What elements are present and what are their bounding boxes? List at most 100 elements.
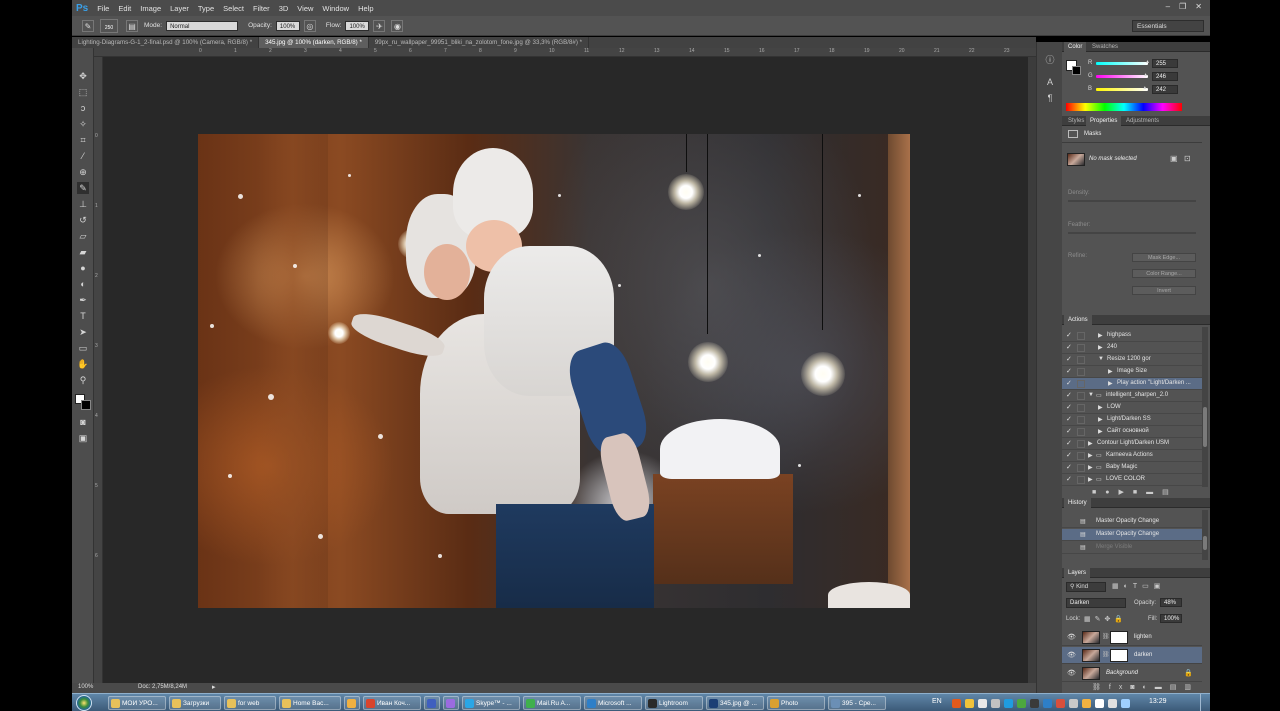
taskbar-button[interactable]: Lightroom	[645, 696, 703, 710]
tray-icon[interactable]	[1095, 699, 1104, 708]
brush-preset-icon[interactable]: ✎	[82, 19, 94, 32]
action-item[interactable]: ✓ ▶ ▭ Baby Magic	[1062, 462, 1202, 474]
mask-link-icon[interactable]: ⛓	[1102, 633, 1110, 640]
taskbar-button[interactable]: Microsoft ...	[584, 696, 642, 710]
color-background-swatch[interactable]	[1072, 66, 1081, 75]
status-arrow-icon[interactable]: ▸	[212, 683, 216, 691]
action-dialog-toggle[interactable]	[1077, 428, 1085, 436]
mask-edge-button[interactable]: Mask Edge...	[1132, 253, 1196, 262]
history-state[interactable]: ▤ Merge Visible	[1062, 542, 1202, 554]
history-brush-tool-icon[interactable]: ↺	[77, 214, 89, 226]
collapsed-arrow-icon[interactable]: ▶	[1098, 428, 1103, 435]
layer-mask-thumbnail[interactable]	[1110, 631, 1128, 644]
g-value[interactable]: 246	[1152, 72, 1178, 81]
menu-edit[interactable]: Edit	[118, 4, 131, 13]
action-item[interactable]: ✓ ▶ ▭ Karneeva Actions	[1062, 450, 1202, 462]
tab-345-jpg[interactable]: 345.jpg @ 100% (darken, RGB/8) *	[259, 37, 369, 48]
brush-tool-icon[interactable]: ✎	[77, 182, 89, 194]
density-slider[interactable]	[1068, 200, 1196, 202]
pressure-opacity-icon[interactable]: ◎	[303, 19, 316, 32]
action-item[interactable]: ✓ ▼ ▭ intelligent_sharpen_2.0	[1062, 390, 1202, 402]
brush-panel-icon[interactable]: ▤	[126, 19, 138, 32]
menu-view[interactable]: View	[297, 4, 313, 13]
language-indicator[interactable]: EN	[932, 698, 942, 705]
pixel-mask-icon[interactable]: ▣	[1170, 154, 1178, 163]
b-slider-handle[interactable]: ▲	[1142, 85, 1147, 91]
action-dialog-toggle[interactable]	[1077, 440, 1085, 448]
action-item[interactable]: ✓ ▶ 240	[1062, 342, 1202, 354]
screen-mode-icon[interactable]: ▣	[77, 432, 89, 444]
zoom-tool-icon[interactable]: ⚲	[77, 374, 89, 386]
expanded-arrow-icon[interactable]: ▼	[1098, 356, 1104, 362]
pen-tool-icon[interactable]: ✒	[77, 294, 89, 306]
menu-filter[interactable]: Filter	[253, 4, 270, 13]
crop-tool-icon[interactable]: ⌗	[77, 134, 89, 146]
action-checkmark-icon[interactable]: ✓	[1066, 476, 1074, 484]
action-checkmark-icon[interactable]: ✓	[1066, 368, 1074, 376]
action-checkmark-icon[interactable]: ✓	[1066, 440, 1074, 448]
layer-opacity-field[interactable]: 48%	[1160, 598, 1182, 607]
background-color-swatch[interactable]	[81, 400, 91, 410]
layers-footer-icons[interactable]: ⛓fx◙◐▬▤▥	[1092, 683, 1199, 691]
menu-file[interactable]: File	[97, 4, 109, 13]
r-slider-handle[interactable]: ▲	[1145, 59, 1150, 65]
tray-icon[interactable]	[1004, 699, 1013, 708]
pressure-size-icon[interactable]: ◉	[391, 19, 404, 32]
action-checkmark-icon[interactable]: ✓	[1066, 332, 1074, 340]
clock[interactable]: 13:29	[1149, 698, 1167, 705]
collapsed-arrow-icon[interactable]: ▶	[1088, 476, 1093, 483]
history-scrollbar[interactable]	[1202, 510, 1208, 560]
tab-swatches[interactable]: Swatches	[1088, 42, 1122, 52]
tab-properties[interactable]: Properties	[1086, 116, 1122, 126]
action-dialog-toggle[interactable]	[1077, 332, 1085, 340]
action-checkmark-icon[interactable]: ✓	[1066, 464, 1074, 472]
canvas-scrollbar[interactable]	[1028, 57, 1036, 683]
collapsed-arrow-icon[interactable]: ▶	[1098, 404, 1103, 411]
color-spectrum[interactable]	[1066, 103, 1182, 111]
fill-field[interactable]: 100%	[1160, 614, 1182, 623]
lock-icons[interactable]: ▦✎✥🔒	[1084, 615, 1127, 623]
action-checkmark-icon[interactable]: ✓	[1066, 344, 1074, 352]
action-checkmark-icon[interactable]: ✓	[1066, 356, 1074, 364]
quick-mask-icon[interactable]: ◙	[77, 416, 89, 428]
taskbar-button[interactable]: Photo	[767, 696, 825, 710]
tab-lighting-diagrams[interactable]: Lighting-Diagrams-G-1_2-final.psd @ 100%…	[72, 37, 260, 48]
actions-scroll-thumb[interactable]	[1203, 407, 1207, 447]
taskbar-button[interactable]: Иван Коч...	[363, 696, 421, 710]
expanded-arrow-icon[interactable]: ▼	[1088, 392, 1094, 398]
taskbar-button[interactable]: Home Bac...	[279, 696, 341, 710]
action-checkmark-icon[interactable]: ✓	[1066, 392, 1074, 400]
taskbar-button[interactable]	[443, 696, 459, 710]
menu-layer[interactable]: Layer	[170, 4, 189, 13]
r-value[interactable]: 255	[1152, 59, 1178, 68]
collapsed-arrow-icon[interactable]: ▶	[1088, 440, 1093, 447]
action-dialog-toggle[interactable]	[1077, 464, 1085, 472]
feather-slider[interactable]	[1068, 232, 1196, 234]
collapsed-arrow-icon[interactable]: ▶	[1088, 464, 1093, 471]
tray-icon[interactable]	[1056, 699, 1065, 708]
blur-tool-icon[interactable]: ●	[77, 262, 89, 274]
collapsed-arrow-icon[interactable]: ▶	[1098, 344, 1103, 351]
action-dialog-toggle[interactable]	[1077, 404, 1085, 412]
history-scroll-thumb[interactable]	[1203, 536, 1207, 550]
history-state[interactable]: ▤ Master Opacity Change	[1062, 516, 1202, 528]
mask-link-icon[interactable]: ⛓	[1102, 651, 1110, 658]
tab-layers[interactable]: Layers	[1064, 568, 1091, 578]
tray-icon[interactable]	[1043, 699, 1052, 708]
close-button[interactable]: ✕	[1195, 2, 1202, 11]
flow-field[interactable]: 100%	[345, 20, 370, 31]
b-value[interactable]: 242	[1152, 85, 1178, 94]
layer-row[interactable]: 👁 ⛓ darken	[1062, 647, 1202, 664]
tray-icon[interactable]	[1069, 699, 1078, 708]
action-item[interactable]: ✓ ▶ ▭ LOVE COLOR	[1062, 474, 1202, 486]
layer-row[interactable]: 👁 Background 🔒	[1062, 665, 1202, 682]
tab-color[interactable]: Color	[1064, 42, 1087, 52]
color-range-button[interactable]: Color Range...	[1132, 269, 1196, 278]
type-tool-icon[interactable]: T	[77, 310, 89, 322]
layer-filter-select[interactable]: ⚲ Kind	[1066, 582, 1106, 592]
g-slider-handle[interactable]: ▲	[1143, 72, 1148, 78]
action-item[interactable]: ✓ ▼ Resize 1200 gor	[1062, 354, 1202, 366]
actions-footer-icons[interactable]: ■●▶■▬▤	[1092, 488, 1178, 496]
move-tool-icon[interactable]: ✥	[77, 70, 89, 82]
action-item[interactable]: ✓ ▶ Сайт основной	[1062, 426, 1202, 438]
